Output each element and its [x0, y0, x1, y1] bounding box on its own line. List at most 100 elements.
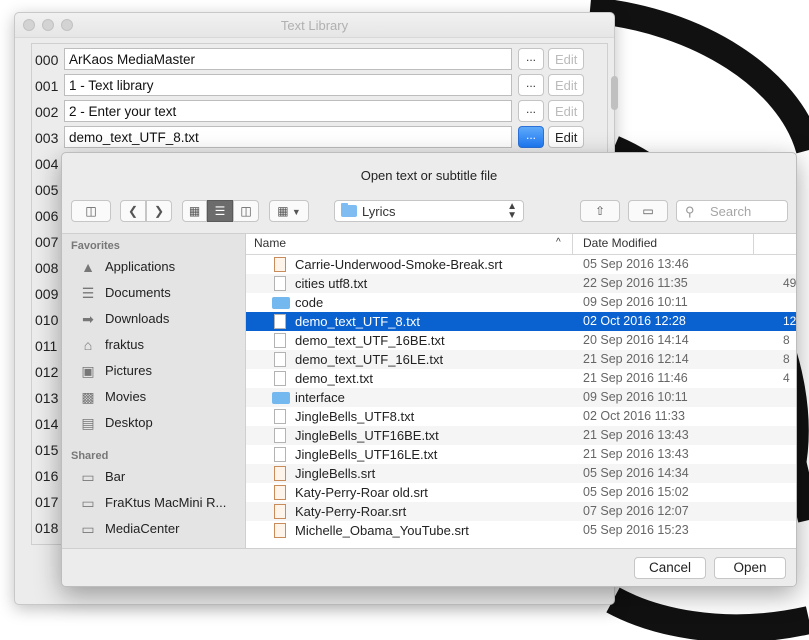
file-date: 21 Sep 2016 13:43 [583, 447, 689, 461]
desktop-icon: ▤ [81, 415, 95, 431]
file-row[interactable]: Katy-Perry-Roar.srt 07 Sep 2016 12:07 [246, 502, 796, 521]
file-name: Katy-Perry-Roar old.srt [295, 485, 428, 500]
sidebar-item-applications[interactable]: ▲ Applications [78, 256, 243, 278]
file-date: 21 Sep 2016 13:43 [583, 428, 689, 442]
sidebar-item-pictures[interactable]: ▣ Pictures [78, 360, 243, 382]
slot-number: 004 [35, 156, 59, 172]
movies-icon: ▩ [81, 389, 95, 405]
file-row[interactable]: interface 09 Sep 2016 10:11 [246, 388, 796, 407]
file-name: demo_text.txt [295, 371, 374, 386]
arrange-button[interactable]: ▦ ▼ [269, 200, 309, 222]
grid-icon: ▦ [188, 204, 201, 218]
slot-number: 014 [35, 416, 59, 432]
file-size: 49 [783, 276, 797, 290]
subtitle-file-icon [274, 257, 286, 272]
sidebar-icon: ◫ [85, 204, 97, 218]
file-row[interactable]: code 09 Sep 2016 10:11 [246, 293, 796, 312]
slot-text-field[interactable]: ArKaos MediaMaster [64, 48, 512, 70]
cancel-button[interactable]: Cancel [634, 557, 706, 579]
icon-view-button[interactable]: ▦ [182, 200, 207, 222]
slot-text-field[interactable]: 1 - Text library [64, 74, 512, 96]
downloads-icon: ➡ [82, 311, 94, 327]
file-row[interactable]: JingleBells_UTF16BE.txt 21 Sep 2016 13:4… [246, 426, 796, 445]
file-row[interactable]: Carrie-Underwood-Smoke-Break.srt 05 Sep … [246, 255, 796, 274]
forward-button[interactable]: ❯ [146, 200, 172, 222]
file-row[interactable]: JingleBells_UTF8.txt 02 Oct 2016 11:33 [246, 407, 796, 426]
sidebar-item-label: Documents [105, 285, 171, 300]
file-row[interactable]: cities utf8.txt 22 Sep 2016 11:35 49 [246, 274, 796, 293]
slot-number: 006 [35, 208, 59, 224]
sidebar-item-label: FraKtus MacMini R... [105, 495, 227, 510]
edit-button[interactable]: Edit [548, 100, 584, 122]
text-slot-row: 003 demo_text_UTF_8.txt... Edit [32, 126, 592, 150]
sidebar-item-shared[interactable]: ▭ MediaCenter [78, 518, 243, 540]
file-size: 12 [783, 314, 797, 328]
column-name[interactable]: Name [254, 236, 286, 250]
sidebar-toggle-button[interactable]: ◫ [71, 200, 111, 222]
file-name: cities utf8.txt [295, 276, 368, 291]
location-popup[interactable]: Lyrics ▲ ▼ [334, 200, 524, 222]
slot-number: 001 [35, 78, 59, 94]
column-date-modified[interactable]: Date Modified [583, 236, 657, 250]
text-file-icon [274, 447, 286, 462]
file-row[interactable]: demo_text_UTF_8.txt 02 Oct 2016 12:28 12 [246, 312, 796, 331]
chevron-left-icon: ❮ [127, 204, 139, 218]
scrollbar-thumb[interactable] [611, 76, 618, 110]
column-view-button[interactable]: ◫ [233, 200, 259, 222]
file-date: 07 Sep 2016 12:07 [583, 504, 689, 518]
sidebar-item-documents[interactable]: ☰ Documents [78, 282, 243, 304]
share-button[interactable]: ⇧ [580, 200, 620, 222]
server-icon: ▭ [81, 495, 95, 511]
back-button[interactable]: ❮ [120, 200, 146, 222]
search-placeholder: Search [710, 204, 752, 219]
file-date: 02 Oct 2016 11:33 [583, 409, 685, 423]
text-slot-row: 000 ArKaos MediaMaster... Edit [32, 48, 592, 72]
file-row[interactable]: Michelle_Obama_YouTube.srt 05 Sep 2016 1… [246, 521, 796, 540]
sidebar-item-downloads[interactable]: ➡ Downloads [78, 308, 243, 330]
list-view-button[interactable]: ☰ [207, 200, 233, 222]
pictures-icon: ▣ [81, 363, 95, 379]
tags-button[interactable]: ▭ [628, 200, 668, 222]
file-date: 02 Oct 2016 12:28 [583, 314, 686, 328]
sidebar-item-label: fraktus [105, 337, 145, 352]
file-size: 8 [783, 352, 790, 366]
search-field[interactable]: ⚲ Search [676, 200, 788, 222]
columns-icon: ◫ [240, 204, 252, 218]
file-row[interactable]: demo_text_UTF_16BE.txt 20 Sep 2016 14:14… [246, 331, 796, 350]
chevron-down-icon: ▼ [291, 207, 301, 217]
edit-button[interactable]: Edit [548, 74, 584, 96]
file-row[interactable]: demo_text_UTF_16LE.txt 21 Sep 2016 12:14… [246, 350, 796, 369]
slot-number: 002 [35, 104, 59, 120]
sidebar-item-shared[interactable]: ▭ Bar [78, 466, 243, 488]
file-row[interactable]: JingleBells_UTF16LE.txt 21 Sep 2016 13:4… [246, 445, 796, 464]
edit-button[interactable]: Edit [548, 48, 584, 70]
slot-text-field[interactable]: 2 - Enter your text [64, 100, 512, 122]
slot-number: 000 [35, 52, 59, 68]
list-icon: ☰ [214, 204, 226, 218]
text-file-icon [274, 352, 286, 367]
slot-number: 011 [35, 338, 58, 354]
slot-number: 012 [35, 364, 59, 380]
browse-button[interactable]: ... [518, 100, 544, 122]
browse-button[interactable]: ... [518, 48, 544, 70]
browse-button[interactable]: ... [518, 74, 544, 96]
sidebar-item-label: Applications [105, 259, 176, 274]
open-file-dialog: Open text or subtitle file ◫ ❮ ❯ ▦ ☰ ◫ ▦… [61, 152, 797, 587]
sidebar-item-fraktus[interactable]: ⌂ fraktus [78, 334, 243, 356]
tag-icon: ▭ [642, 204, 654, 218]
folder-icon [272, 297, 290, 309]
subtitle-file-icon [274, 485, 286, 500]
file-row[interactable]: Katy-Perry-Roar old.srt 05 Sep 2016 15:0… [246, 483, 796, 502]
text-file-icon [274, 428, 286, 443]
search-icon: ⚲ [685, 204, 695, 219]
slot-number: 010 [35, 312, 59, 328]
file-row[interactable]: JingleBells.srt 05 Sep 2016 14:34 [246, 464, 796, 483]
file-row[interactable]: demo_text.txt 21 Sep 2016 11:46 4 [246, 369, 796, 388]
browse-button[interactable]: ... [518, 126, 544, 148]
open-button[interactable]: Open [714, 557, 786, 579]
edit-button[interactable]: Edit [548, 126, 584, 148]
sidebar-item-desktop[interactable]: ▤ Desktop [78, 412, 243, 434]
sidebar-item-movies[interactable]: ▩ Movies [78, 386, 243, 408]
sidebar-item-shared[interactable]: ▭ FraKtus MacMini R... [78, 492, 243, 514]
slot-text-field[interactable]: demo_text_UTF_8.txt [64, 126, 512, 148]
